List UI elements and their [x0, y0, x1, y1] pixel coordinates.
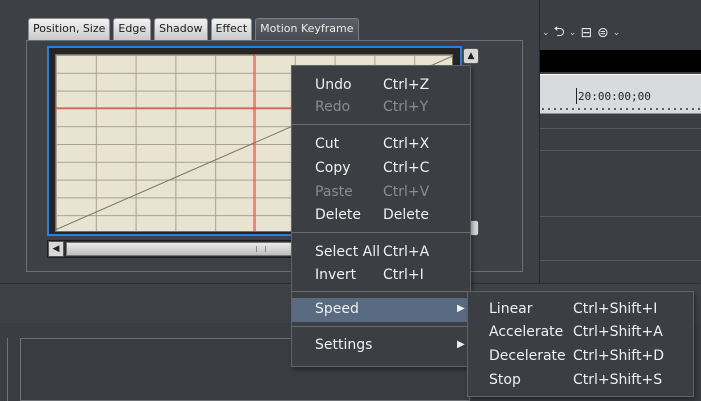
- tab-motion-keyframe[interactable]: Motion Keyframe: [255, 18, 359, 40]
- tab-bar: Position, Size Edge Shadow Effect Motion…: [28, 18, 359, 40]
- scroll-up-button[interactable]: ▲: [463, 48, 479, 64]
- chevron-down-icon[interactable]: ⌄: [613, 28, 621, 38]
- submenu-item-stop[interactable]: Stop Ctrl+Shift+S: [468, 369, 693, 393]
- menu-item-redo[interactable]: Redo Ctrl+Y: [292, 96, 470, 120]
- tab-position-size[interactable]: Position, Size: [28, 18, 111, 40]
- clip-icon[interactable]: ⊟: [579, 25, 593, 41]
- track-divider: [540, 150, 701, 151]
- menu-item-cut[interactable]: Cut Ctrl+X: [292, 133, 470, 157]
- menu-item-paste[interactable]: Paste Ctrl+V: [292, 181, 470, 205]
- menu-item-settings[interactable]: Settings ▶: [292, 334, 470, 358]
- bottom-left-edge: [0, 338, 8, 401]
- menu-item-speed[interactable]: Speed ▶: [292, 298, 470, 322]
- chevron-down-icon[interactable]: ⌄: [569, 28, 577, 38]
- clip-alt-icon[interactable]: ⊜: [596, 25, 610, 41]
- menu-item-undo[interactable]: Undo Ctrl+Z: [292, 74, 470, 98]
- undo-icon[interactable]: ⮌: [553, 21, 566, 45]
- submenu-item-accelerate[interactable]: Accelerate Ctrl+Shift+A: [468, 321, 693, 345]
- track-divider: [540, 216, 701, 217]
- tab-edge[interactable]: Edge: [113, 18, 152, 40]
- track-divider: [540, 260, 701, 261]
- menu-separator: [292, 326, 470, 327]
- timeline-header-strip: [540, 50, 701, 72]
- chevron-down-icon[interactable]: ⌄: [542, 28, 550, 38]
- menu-separator: [292, 232, 470, 233]
- menu-separator: [292, 124, 470, 125]
- track-divider: [540, 128, 701, 129]
- scroll-left-button[interactable]: ◀: [48, 241, 64, 257]
- menu-item-delete[interactable]: Delete Delete: [292, 204, 470, 228]
- timecode-label: 20:00:00;00: [578, 90, 651, 103]
- timecode-tick: [576, 88, 577, 104]
- submenu-arrow-icon: ▶: [457, 303, 465, 314]
- submenu-item-linear[interactable]: Linear Ctrl+Shift+I: [468, 298, 693, 322]
- menu-item-copy[interactable]: Copy Ctrl+C: [292, 157, 470, 181]
- menu-item-select-all[interactable]: Select All Ctrl+A: [292, 241, 470, 265]
- timeline-toolbar: ⌄ ⮌ ⌄ ⊟ ⊜ ⌄: [540, 18, 701, 48]
- submenu-arrow-icon: ▶: [457, 339, 465, 350]
- ruler-ticks: [540, 107, 701, 111]
- grip-icon: [256, 246, 266, 252]
- menu-item-invert[interactable]: Invert Ctrl+I: [292, 264, 470, 288]
- menu-separator: [292, 291, 470, 292]
- tab-effect[interactable]: Effect: [210, 18, 253, 40]
- tab-shadow[interactable]: Shadow: [154, 18, 208, 40]
- submenu-item-decelerate[interactable]: Decelerate Ctrl+Shift+D: [468, 345, 693, 369]
